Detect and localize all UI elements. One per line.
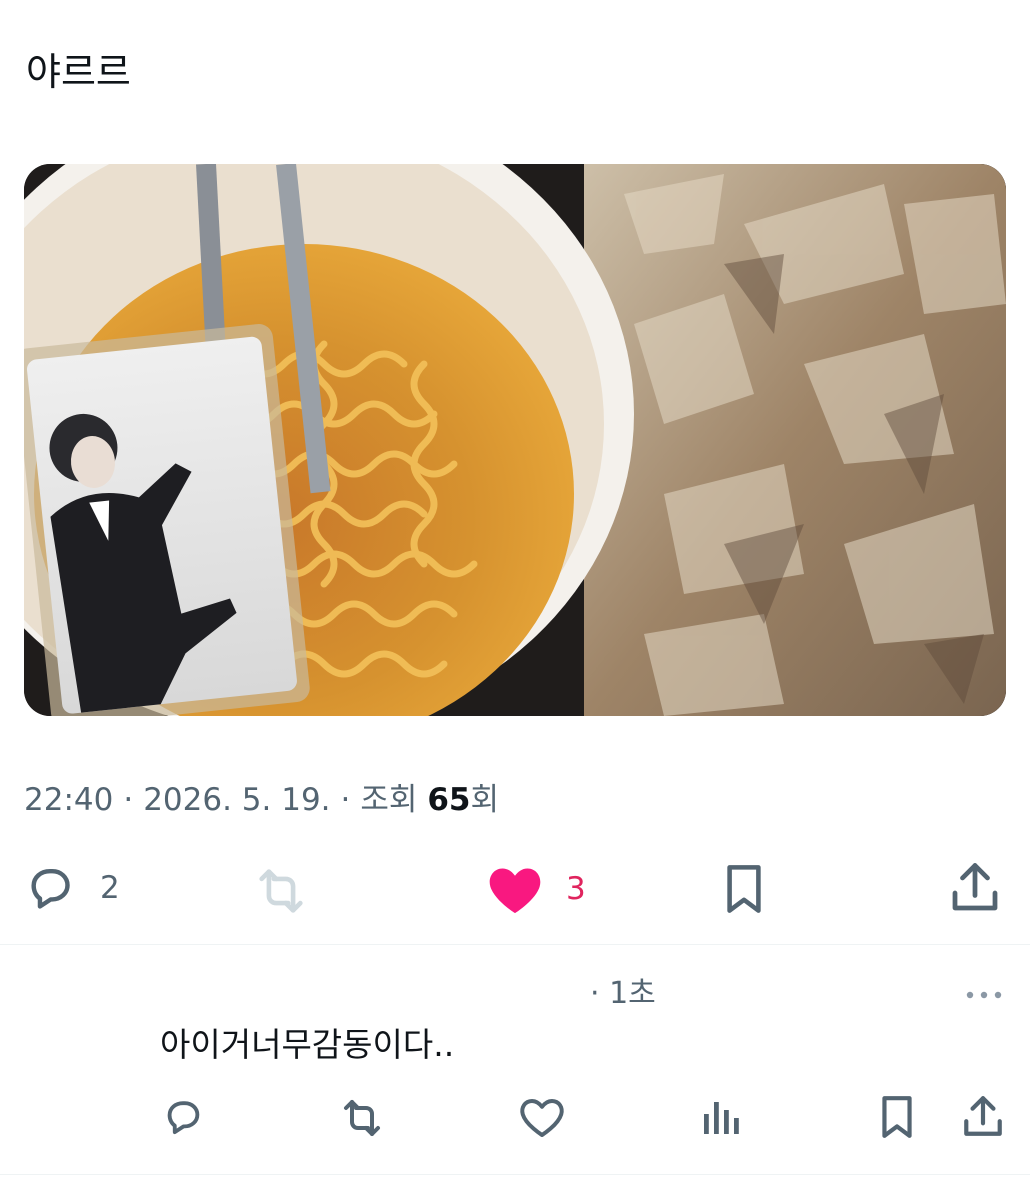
reply-time: · 1초 [590, 976, 656, 1011]
reply-button[interactable]: 2 [22, 860, 120, 916]
share-button[interactable] [950, 860, 1000, 916]
more-horizontal-icon [964, 989, 1004, 1001]
reply-views-button[interactable] [700, 1094, 740, 1142]
post-time: 22:40 [24, 782, 114, 818]
like-count: 3 [566, 871, 586, 907]
reply-icon [160, 1094, 206, 1140]
bookmark-button[interactable] [720, 862, 768, 916]
reply-retweet-button[interactable] [338, 1094, 386, 1146]
reply-text: 아이거너무감동이다.. [160, 1025, 455, 1064]
retweet-button[interactable] [252, 862, 310, 920]
share-icon [950, 860, 1000, 916]
post-text: 야르르 [26, 50, 131, 94]
bookmark-icon [720, 862, 768, 916]
views-suffix: 회 [470, 782, 499, 818]
views-count: 65 [427, 782, 471, 818]
heart-filled-icon [486, 862, 544, 916]
analytics-icon [700, 1094, 740, 1138]
post-photo[interactable] [24, 164, 1006, 716]
divider [0, 944, 1030, 945]
separator-dot: · [340, 782, 351, 818]
reply-like-button[interactable] [518, 1094, 566, 1144]
bookmark-icon [876, 1094, 918, 1140]
reply-reply-button[interactable] [160, 1094, 206, 1144]
share-icon [962, 1094, 1004, 1140]
more-options-button[interactable] [964, 986, 1004, 1005]
reply-bookmark-button[interactable] [876, 1094, 918, 1144]
reply-count: 2 [100, 870, 120, 906]
reply-icon [22, 860, 78, 916]
heart-outline-icon [518, 1094, 566, 1140]
reply-share-button[interactable] [962, 1094, 1004, 1144]
like-button[interactable]: 3 [486, 862, 586, 916]
post-meta: 22:40 · 2026. 5. 19. · 조회 65회 [24, 778, 499, 822]
retweet-icon [252, 862, 310, 920]
retweet-icon [338, 1094, 386, 1142]
separator-dot: · [123, 782, 134, 818]
post-date: 2026. 5. 19. [143, 782, 331, 818]
divider [0, 1174, 1030, 1175]
views-label: 조회 [360, 782, 418, 818]
